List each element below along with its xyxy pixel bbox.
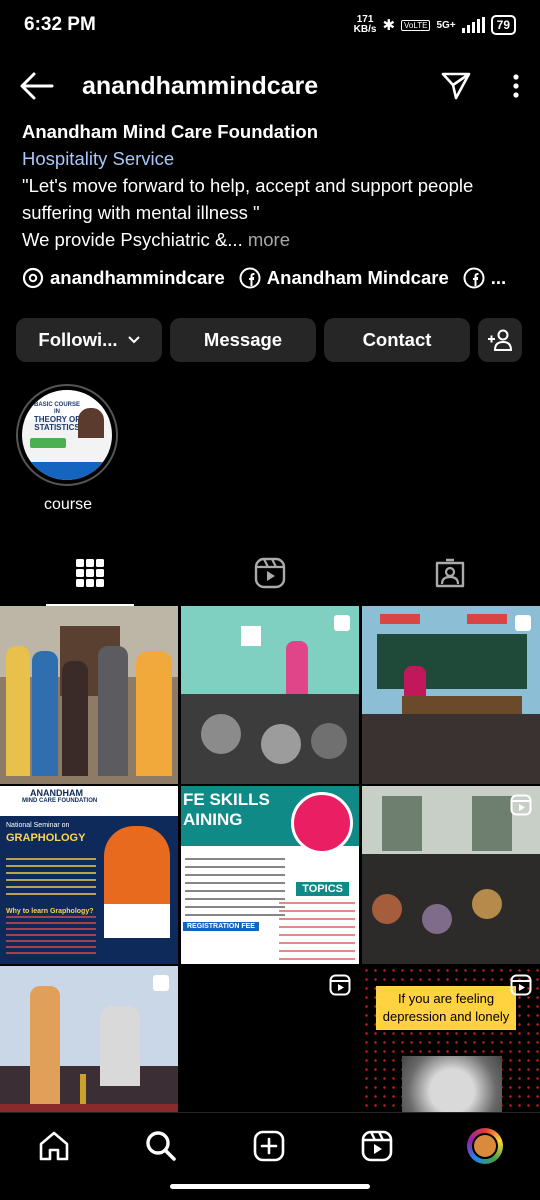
reel-icon xyxy=(510,794,532,816)
carousel-icon xyxy=(153,975,169,991)
profile-name: Anandham Mind Care Foundation xyxy=(22,121,318,142)
bio-more-link[interactable]: more xyxy=(248,229,290,250)
create-icon[interactable] xyxy=(252,1129,286,1163)
post-thumbnail[interactable]: ANANDHAM MIND CARE FOUNDATION National S… xyxy=(0,786,178,964)
back-arrow-icon[interactable] xyxy=(20,71,54,101)
profile-links: anandhammindcare Anandham Mindcare ... xyxy=(22,263,522,293)
send-icon[interactable] xyxy=(440,70,472,102)
more-options-icon[interactable] xyxy=(512,73,520,99)
posts-grid: ANANDHAM MIND CARE FOUNDATION National S… xyxy=(0,606,540,1144)
status-time: 6:32 PM xyxy=(24,14,96,35)
carousel-icon xyxy=(334,615,350,631)
signal-icon xyxy=(461,17,485,33)
post-overlay-text: If you are feeling depression and lonely xyxy=(376,986,516,1030)
facebook-link[interactable]: Anandham Mindcare xyxy=(239,267,449,289)
reels-icon xyxy=(254,557,286,589)
home-icon[interactable] xyxy=(37,1129,71,1163)
reel-icon xyxy=(329,974,351,996)
suggested-users-button[interactable] xyxy=(478,318,522,362)
profile-bio: Anandham Mind Care Foundation Hospitalit… xyxy=(22,118,522,253)
contact-button[interactable]: Contact xyxy=(324,318,470,362)
threads-icon xyxy=(22,267,44,289)
top-bar: anandhammindcare xyxy=(0,58,540,114)
status-icons: 171 KB/s ✱ VoLTE 5G+ 79 xyxy=(354,15,516,35)
highlight-label: course xyxy=(43,496,93,513)
network-type: 5G+ xyxy=(436,19,456,31)
avatar[interactable] xyxy=(467,1127,504,1164)
bluetooth-icon: ✱ xyxy=(382,17,396,34)
add-person-icon xyxy=(488,329,513,351)
post-thumbnail[interactable] xyxy=(0,606,178,784)
facebook-icon xyxy=(239,267,261,289)
profile-category[interactable]: Hospitality Service xyxy=(22,145,522,172)
message-button[interactable]: Message xyxy=(170,318,316,362)
profile-username: anandhammindcare xyxy=(82,71,319,100)
bio-text-line-1: "Let's move forward to help, accept and … xyxy=(22,175,474,223)
facebook-icon xyxy=(463,267,485,289)
post-thumbnail[interactable] xyxy=(181,606,359,784)
following-button[interactable]: Followi... xyxy=(16,318,162,362)
tab-tagged[interactable] xyxy=(360,540,540,606)
threads-link[interactable]: anandhammindcare xyxy=(22,267,225,289)
grid-icon xyxy=(76,559,104,587)
bio-text-line-2: We provide Psychiatric &... xyxy=(22,229,243,250)
reels-icon[interactable] xyxy=(360,1129,394,1163)
bottom-nav xyxy=(0,1112,540,1178)
highlight-cover: BASIC COURSE IN THEORY OF STATISTICS xyxy=(22,390,112,480)
post-thumbnail[interactable] xyxy=(362,786,540,964)
tab-reels[interactable] xyxy=(180,540,360,606)
battery-icon: 79 xyxy=(490,15,516,35)
tagged-icon xyxy=(435,558,465,588)
network-speed: 171 KB/s xyxy=(353,14,377,35)
search-icon[interactable] xyxy=(144,1129,178,1163)
story-highlight[interactable]: BASIC COURSE IN THEORY OF STATISTICS cou… xyxy=(16,384,120,514)
carousel-icon xyxy=(153,795,169,811)
home-indicator xyxy=(170,1184,370,1189)
status-bar: 6:32 PM 171 KB/s ✱ VoLTE 5G+ 79 xyxy=(0,0,540,50)
tab-posts[interactable] xyxy=(0,540,180,606)
carousel-icon xyxy=(515,615,531,631)
profile-actions: Followi... Message Contact xyxy=(16,318,524,362)
chevron-down-icon xyxy=(127,336,140,344)
volte-badge: VoLTE xyxy=(401,19,431,31)
reel-icon xyxy=(510,974,532,996)
highlight-ring: BASIC COURSE IN THEORY OF STATISTICS xyxy=(16,384,118,486)
post-thumbnail[interactable] xyxy=(362,606,540,784)
post-thumbnail[interactable]: FE SKILLS AINING TOPICS REGISTRATION FEE xyxy=(181,786,359,964)
facebook-link-2[interactable]: ... xyxy=(463,267,506,289)
profile-tabs xyxy=(0,540,540,606)
